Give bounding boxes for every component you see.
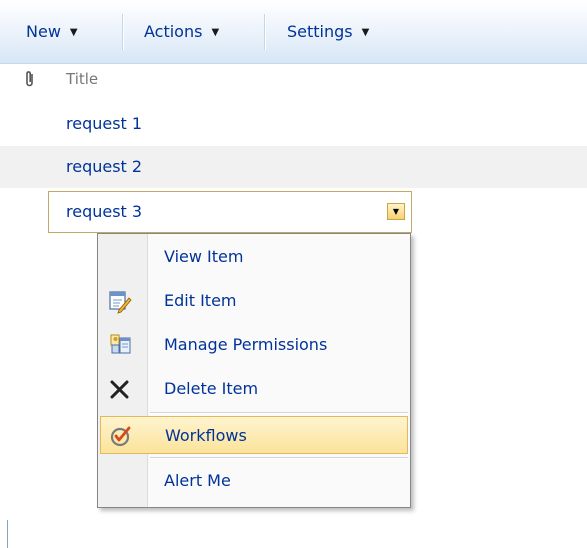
permissions-icon [107, 332, 133, 358]
actions-menu-label: Actions [144, 22, 203, 41]
toolbar-divider [264, 14, 266, 50]
title-column-header[interactable]: Title [66, 70, 98, 88]
attachment-icon[interactable] [24, 70, 36, 92]
new-menu-button[interactable]: New ▼ [26, 20, 78, 44]
menu-item-manage-permissions[interactable]: Manage Permissions [100, 326, 408, 364]
menu-separator [150, 457, 408, 459]
item-title-link[interactable]: request 3 [66, 192, 142, 232]
item-title-link[interactable]: request 2 [66, 146, 142, 188]
chevron-down-icon: ▼ [211, 27, 220, 38]
new-menu-label: New [26, 22, 61, 41]
list-item[interactable]: request 2 [0, 146, 587, 188]
page-border-line [7, 520, 8, 548]
list-header-row: Title [0, 64, 587, 98]
menu-item-view-item[interactable]: View Item [100, 238, 408, 276]
menu-item-label: View Item [164, 247, 244, 266]
menu-item-label: Edit Item [164, 291, 237, 310]
selected-list-item[interactable]: request 3 ▼ [48, 191, 412, 233]
list-item[interactable]: request 1 [0, 103, 587, 145]
item-title-link[interactable]: request 1 [66, 103, 142, 145]
chevron-down-icon: ▼ [69, 27, 78, 38]
settings-menu-label: Settings [287, 22, 353, 41]
edit-icon [107, 288, 133, 314]
menu-item-edit-item[interactable]: Edit Item [100, 282, 408, 320]
toolbar-divider [122, 14, 124, 50]
menu-item-alert-me[interactable]: Alert Me [100, 462, 408, 500]
list-toolbar: New ▼ Actions ▼ Settings ▼ [0, 0, 587, 64]
item-context-menu: View Item Edit Item Manage Permissions D… [97, 233, 411, 508]
menu-item-delete-item[interactable]: Delete Item [100, 370, 408, 408]
menu-item-label: Manage Permissions [164, 335, 328, 354]
item-menu-dropdown-button[interactable]: ▼ [387, 203, 405, 220]
menu-item-label: Alert Me [164, 471, 231, 490]
menu-separator [150, 412, 408, 414]
menu-item-label: Delete Item [164, 379, 259, 398]
delete-icon [107, 376, 133, 402]
workflow-icon [108, 423, 134, 449]
settings-menu-button[interactable]: Settings ▼ [287, 20, 369, 44]
menu-item-label: Workflows [165, 426, 247, 445]
menu-item-workflows[interactable]: Workflows [100, 416, 408, 454]
chevron-down-icon: ▼ [361, 27, 370, 38]
actions-menu-button[interactable]: Actions ▼ [144, 20, 219, 44]
